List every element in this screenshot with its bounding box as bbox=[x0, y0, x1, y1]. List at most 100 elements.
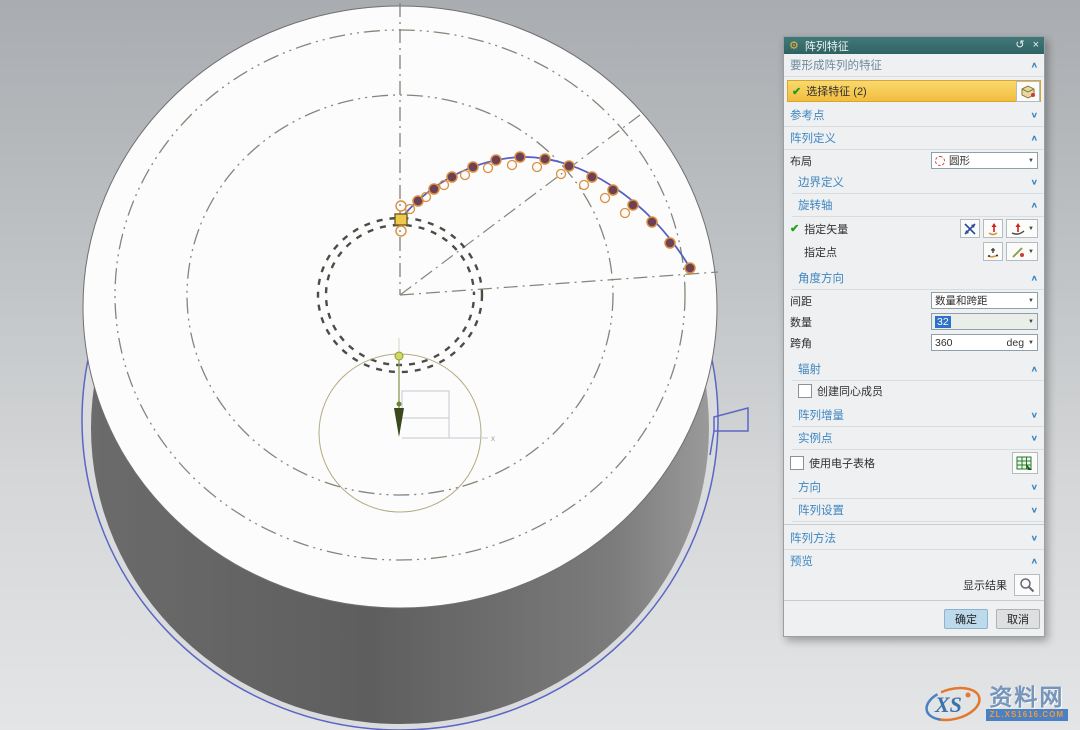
chevron-down-icon[interactable]: ∨ bbox=[1031, 178, 1038, 187]
chevron-down-icon[interactable]: ∨ bbox=[1031, 411, 1038, 420]
section-label: 预览 bbox=[790, 553, 1031, 569]
reset-icon[interactable]: ↺ bbox=[1015, 40, 1024, 51]
dialog-title: 阵列特征 bbox=[805, 38, 1007, 54]
spacing-row: 间距 数量和跨距 ▼ bbox=[784, 290, 1044, 311]
layout-dropdown[interactable]: 圆形 ▼ bbox=[931, 152, 1038, 169]
close-icon[interactable]: × bbox=[1033, 40, 1039, 51]
section-instance-points[interactable]: 实例点 ∨ bbox=[792, 427, 1044, 450]
check-icon: ✔ bbox=[792, 85, 801, 98]
section-pattern-definition[interactable]: 阵列定义 ∧ bbox=[784, 127, 1044, 150]
create-concentric-label: 创建同心成员 bbox=[817, 383, 1038, 399]
point-on-curve-button[interactable] bbox=[983, 242, 1003, 261]
count-label: 数量 bbox=[790, 314, 931, 330]
dialog-titlebar[interactable]: ⚙ 阵列特征 ↺ × bbox=[784, 37, 1044, 54]
section-label: 阵列定义 bbox=[790, 130, 1031, 146]
chevron-down-icon[interactable]: ∨ bbox=[1031, 111, 1038, 120]
axis-origin-handle[interactable] bbox=[395, 352, 403, 360]
point-constructor-icon bbox=[1010, 245, 1026, 259]
chevron-down-icon[interactable]: ∨ bbox=[1031, 534, 1038, 543]
chevron-down-icon[interactable]: ∨ bbox=[1031, 483, 1038, 492]
chevron-up-icon[interactable]: ∧ bbox=[1031, 134, 1038, 143]
section-preview[interactable]: 预览 ∧ bbox=[784, 550, 1044, 572]
vector-constructor-button[interactable] bbox=[960, 219, 980, 238]
section-orientation[interactable]: 方向 ∨ bbox=[792, 476, 1044, 499]
chevron-up-icon[interactable]: ∧ bbox=[1031, 365, 1038, 374]
section-label: 实例点 bbox=[798, 430, 1031, 446]
section-angular-direction[interactable]: 角度方向 ∧ bbox=[792, 267, 1044, 290]
select-feature-row[interactable]: ✔ 选择特征 (2) bbox=[787, 80, 1041, 102]
specify-point-row: 指定点 ▼ bbox=[784, 240, 1044, 263]
span-angle-value: 360 bbox=[935, 337, 1007, 349]
section-label: 辐射 bbox=[798, 361, 1031, 377]
use-spreadsheet-label: 使用电子表格 bbox=[809, 455, 1009, 471]
section-label: 要形成阵列的特征 bbox=[790, 57, 1031, 73]
point-dialog-button[interactable]: ▼ bbox=[1006, 242, 1038, 261]
count-value: 32 bbox=[935, 316, 951, 328]
section-pattern-method[interactable]: 阵列方法 ∨ bbox=[784, 527, 1044, 550]
chevron-down-icon[interactable]: ∨ bbox=[1031, 434, 1038, 443]
circular-layout-icon bbox=[935, 156, 945, 166]
pattern-feature-dialog: ⚙ 阵列特征 ↺ × 要形成阵列的特征 ∧ ✔ 选择特征 (2) 参考点 ∨ 阵… bbox=[783, 36, 1045, 637]
feature-selector-button[interactable] bbox=[1016, 81, 1040, 102]
count-row: 数量 32 ▼ bbox=[784, 311, 1044, 332]
watermark: XS 资料网 ZL.XS1616.COM bbox=[922, 680, 1068, 726]
count-input[interactable]: 32 ▼ bbox=[931, 313, 1038, 330]
section-label: 旋转轴 bbox=[798, 197, 1031, 213]
section-boundary-definition[interactable]: 边界定义 ∨ bbox=[792, 171, 1044, 194]
section-label: 角度方向 bbox=[798, 270, 1031, 286]
section-label: 参考点 bbox=[790, 107, 1031, 123]
vector-flip-button[interactable] bbox=[983, 219, 1003, 238]
chevron-up-icon[interactable]: ∧ bbox=[1031, 61, 1038, 70]
pattern-start-handle[interactable] bbox=[395, 214, 407, 225]
chevron-up-icon[interactable]: ∧ bbox=[1031, 201, 1038, 210]
cylinder-top-face[interactable] bbox=[83, 6, 717, 608]
spacing-dropdown[interactable]: 数量和跨距 ▼ bbox=[931, 292, 1038, 309]
chevron-down-icon[interactable]: ∨ bbox=[1031, 506, 1038, 515]
specify-vector-row: ✔ 指定矢量 ▼ bbox=[784, 217, 1044, 240]
section-label: 阵列方法 bbox=[790, 530, 1031, 546]
create-concentric-checkbox[interactable] bbox=[798, 384, 812, 398]
watermark-site-name: 资料网 bbox=[989, 685, 1064, 709]
section-radiate[interactable]: 辐射 ∧ bbox=[792, 358, 1044, 381]
span-angle-input[interactable]: 360 deg ▼ bbox=[931, 334, 1038, 351]
dropdown-arrow-icon: ▼ bbox=[1028, 226, 1034, 232]
show-result-label: 显示结果 bbox=[963, 577, 1007, 593]
vector-dialog-button[interactable]: ▼ bbox=[1006, 219, 1038, 238]
create-concentric-row[interactable]: 创建同心成员 bbox=[784, 381, 1044, 401]
watermark-logo: XS bbox=[922, 680, 984, 726]
spreadsheet-button[interactable] bbox=[1012, 452, 1038, 474]
layout-label: 布局 bbox=[790, 153, 931, 169]
use-spreadsheet-row[interactable]: 使用电子表格 bbox=[784, 450, 1044, 476]
section-label: 边界定义 bbox=[798, 174, 1031, 190]
point-on-curve-icon bbox=[986, 245, 1000, 259]
spacing-value: 数量和跨距 bbox=[935, 293, 1026, 308]
section-reference-point[interactable]: 参考点 ∨ bbox=[784, 104, 1044, 127]
section-label: 阵列增量 bbox=[798, 407, 1031, 423]
chevron-up-icon[interactable]: ∧ bbox=[1031, 557, 1038, 566]
show-result-button[interactable] bbox=[1014, 574, 1040, 596]
section-rotation-axis[interactable]: 旋转轴 ∧ bbox=[792, 194, 1044, 217]
section-pattern-settings[interactable]: 阵列设置 ∨ bbox=[792, 499, 1044, 522]
chevron-up-icon[interactable]: ∧ bbox=[1031, 274, 1038, 283]
use-spreadsheet-checkbox[interactable] bbox=[790, 456, 804, 470]
show-result-row: 显示结果 bbox=[784, 572, 1044, 598]
select-feature-label: 选择特征 (2) bbox=[806, 83, 1036, 99]
span-angle-row: 跨角 360 deg ▼ bbox=[784, 332, 1044, 353]
ok-button[interactable]: 确定 bbox=[944, 609, 988, 629]
specify-point-label: 指定点 bbox=[804, 244, 980, 260]
span-angle-unit: deg bbox=[1007, 337, 1025, 349]
dropdown-arrow-icon: ▼ bbox=[1028, 158, 1034, 164]
magnifier-icon bbox=[1019, 577, 1035, 593]
separator bbox=[784, 600, 1044, 601]
crossed-arrows-icon bbox=[963, 222, 977, 236]
application-window: x ⚙ 阵列特征 ↺ × 要形成阵列的特征 ∧ bbox=[0, 0, 1080, 730]
section-pattern-increment[interactable]: 阵列增量 ∨ bbox=[792, 404, 1044, 427]
specify-vector-label: 指定矢量 bbox=[804, 221, 957, 237]
cancel-button[interactable]: 取消 bbox=[996, 609, 1040, 629]
dialog-footer: 确定 取消 bbox=[784, 603, 1044, 636]
layout-row: 布局 圆形 ▼ bbox=[784, 150, 1044, 171]
dropdown-arrow-icon: ▼ bbox=[1028, 340, 1034, 346]
section-label: 阵列设置 bbox=[798, 502, 1031, 518]
vector-plane-icon bbox=[1010, 222, 1026, 236]
section-features-to-pattern[interactable]: 要形成阵列的特征 ∧ bbox=[784, 54, 1044, 77]
